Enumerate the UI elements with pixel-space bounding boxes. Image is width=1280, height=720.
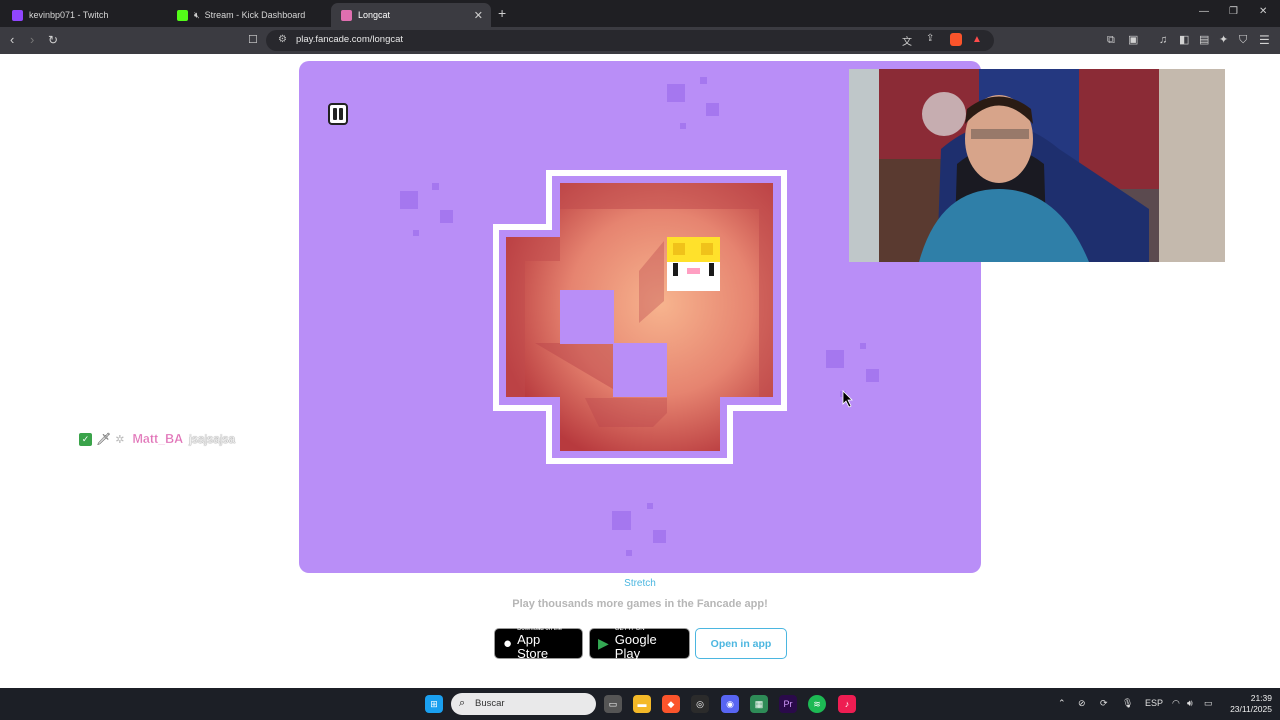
windows-start-icon[interactable]: ⊞ xyxy=(425,695,443,713)
tab-longcat[interactable]: Longcat ✕ xyxy=(331,3,491,27)
google-play-big-label: Google Play xyxy=(614,632,657,661)
kick-favicon-icon xyxy=(177,9,188,21)
translate-icon[interactable]: 文 xyxy=(902,33,912,48)
chat-message: ✓ 🗡︎ ✲ Matt_BA jsajsajsa xyxy=(79,432,235,446)
taskbar-clock[interactable]: 21:39 23/11/2025 xyxy=(1228,693,1272,715)
stretch-link[interactable]: Stretch xyxy=(0,578,1280,589)
close-window-icon[interactable]: ✕ xyxy=(1259,6,1267,17)
brave-icon[interactable]: ◆ xyxy=(662,695,680,713)
battery-icon[interactable]: ▭ xyxy=(1204,698,1213,709)
browser-toolbar: ‹ › ↻ ☐ ⚙ play.fancade.com/longcat 文 ⇪ ▲… xyxy=(0,27,1280,54)
show-hidden-icons[interactable]: ⌃ xyxy=(1058,698,1066,709)
brave-shields-icon[interactable] xyxy=(950,33,962,46)
app-store-big-label: App Store xyxy=(517,632,549,661)
sync-icon[interactable]: ⟳ xyxy=(1100,698,1108,709)
task-view-icon[interactable]: ▭ xyxy=(604,695,622,713)
block-hole xyxy=(560,290,614,344)
tab-title: Stream - Kick Dashboard xyxy=(204,10,306,20)
extensions-icon[interactable]: ⧉ xyxy=(1107,32,1115,48)
verified-badge-icon: ✓ xyxy=(79,432,92,446)
leo-ai-icon[interactable]: ✦ xyxy=(1219,32,1228,48)
brave-rewards-icon[interactable]: ▲ xyxy=(972,34,982,45)
open-in-app-button[interactable]: Open in app xyxy=(695,628,787,659)
promo-text: Play thousands more games in the Fancade… xyxy=(512,598,768,610)
windows-taskbar: ⊞ ⌕ Buscar ▭ ▬ ◆ ◎ ◉ ▦ Pr ≋ ♪ ⌃ ⊘ ⟳ 🎙︎ E… xyxy=(0,688,1280,720)
tab-title: kevinbp071 - Twitch xyxy=(29,10,109,20)
clock-date: 23/11/2025 xyxy=(1230,704,1272,714)
longcat-favicon-icon xyxy=(341,9,352,21)
search-placeholder: Buscar xyxy=(475,698,505,709)
search-icon: ⌕ xyxy=(459,697,466,709)
discord-icon[interactable]: ◉ xyxy=(721,695,739,713)
clock-time: 21:39 xyxy=(1250,693,1272,703)
minimize-icon[interactable]: — xyxy=(1199,6,1209,17)
url-text[interactable]: play.fancade.com/longcat xyxy=(296,34,403,45)
longcat-head[interactable] xyxy=(667,237,720,291)
star-badge-icon: ✲ xyxy=(115,433,125,446)
media-icon[interactable]: ♫ xyxy=(1159,32,1167,48)
volume-icon[interactable]: 🔊︎ xyxy=(1187,698,1193,709)
sidebar-icon[interactable]: ◧ xyxy=(1179,32,1189,48)
language-indicator[interactable]: ESP xyxy=(1145,698,1163,708)
app-icon[interactable]: ▦ xyxy=(750,695,768,713)
app-store-button[interactable]: ● Download on the App Store xyxy=(494,626,583,661)
menu-icon[interactable]: ☰ xyxy=(1259,32,1270,48)
screenshot-icon[interactable]: ▣ xyxy=(1128,32,1138,48)
wallet-icon[interactable]: ▤ xyxy=(1199,32,1209,48)
maximize-icon[interactable]: ❐ xyxy=(1229,6,1238,17)
chrome-icon[interactable]: ◎ xyxy=(691,695,709,713)
page-content: ✓ 🗡︎ ✲ Matt_BA jsajsajsa Stretch Play th… xyxy=(0,54,1280,688)
vpn-icon[interactable]: ⛉ xyxy=(1239,32,1247,48)
tab-bar: kevinbp071 - Twitch 🔇︎ Stream - Kick Das… xyxy=(0,0,1280,27)
tab-title: Longcat xyxy=(358,10,391,20)
mute-icon[interactable]: 🔇︎ xyxy=(194,10,200,21)
google-play-button[interactable]: ▶ GET IT ON Google Play xyxy=(589,626,690,661)
taskbar-search[interactable]: ⌕ Buscar xyxy=(451,693,596,715)
new-tab-button[interactable]: + xyxy=(498,5,506,21)
reload-icon[interactable]: ↻ xyxy=(48,32,58,48)
microphone-icon[interactable]: 🎙︎ xyxy=(1122,698,1133,709)
premiere-pro-icon[interactable]: Pr xyxy=(779,695,797,713)
forward-icon[interactable]: › xyxy=(30,32,34,48)
share-icon[interactable]: ⇪ xyxy=(926,33,934,44)
block-hole xyxy=(613,343,667,397)
wifi-icon[interactable]: ◠ xyxy=(1172,698,1180,709)
chat-text: jsajsajsa xyxy=(189,432,236,446)
chat-username: Matt_BA xyxy=(132,432,184,446)
apple-icon: ● xyxy=(503,635,513,652)
webcam-overlay xyxy=(849,69,1225,262)
tiktok-icon[interactable]: ♪ xyxy=(838,695,856,713)
back-icon[interactable]: ‹ xyxy=(10,32,14,48)
tab-kick[interactable]: 🔇︎ Stream - Kick Dashboard xyxy=(167,3,332,27)
sword-badge-icon: 🗡︎ xyxy=(96,432,112,446)
tab-twitch[interactable]: kevinbp071 - Twitch xyxy=(2,3,167,27)
tray-app-icon[interactable]: ⊘ xyxy=(1078,698,1086,709)
wall-shadow xyxy=(585,398,667,427)
site-info-icon[interactable]: ⚙ xyxy=(278,34,287,45)
spotify-icon[interactable]: ≋ xyxy=(808,695,826,713)
close-tab-icon[interactable]: ✕ xyxy=(474,9,483,22)
google-play-icon: ▶ xyxy=(598,635,609,651)
twitch-favicon-icon xyxy=(12,9,23,21)
bookmark-icon[interactable]: ☐ xyxy=(248,32,258,48)
mouse-cursor-icon xyxy=(842,390,853,408)
address-bar[interactable]: ⚙ play.fancade.com/longcat 文 ⇪ ▲ xyxy=(266,30,994,51)
file-explorer-icon[interactable]: ▬ xyxy=(633,695,651,713)
